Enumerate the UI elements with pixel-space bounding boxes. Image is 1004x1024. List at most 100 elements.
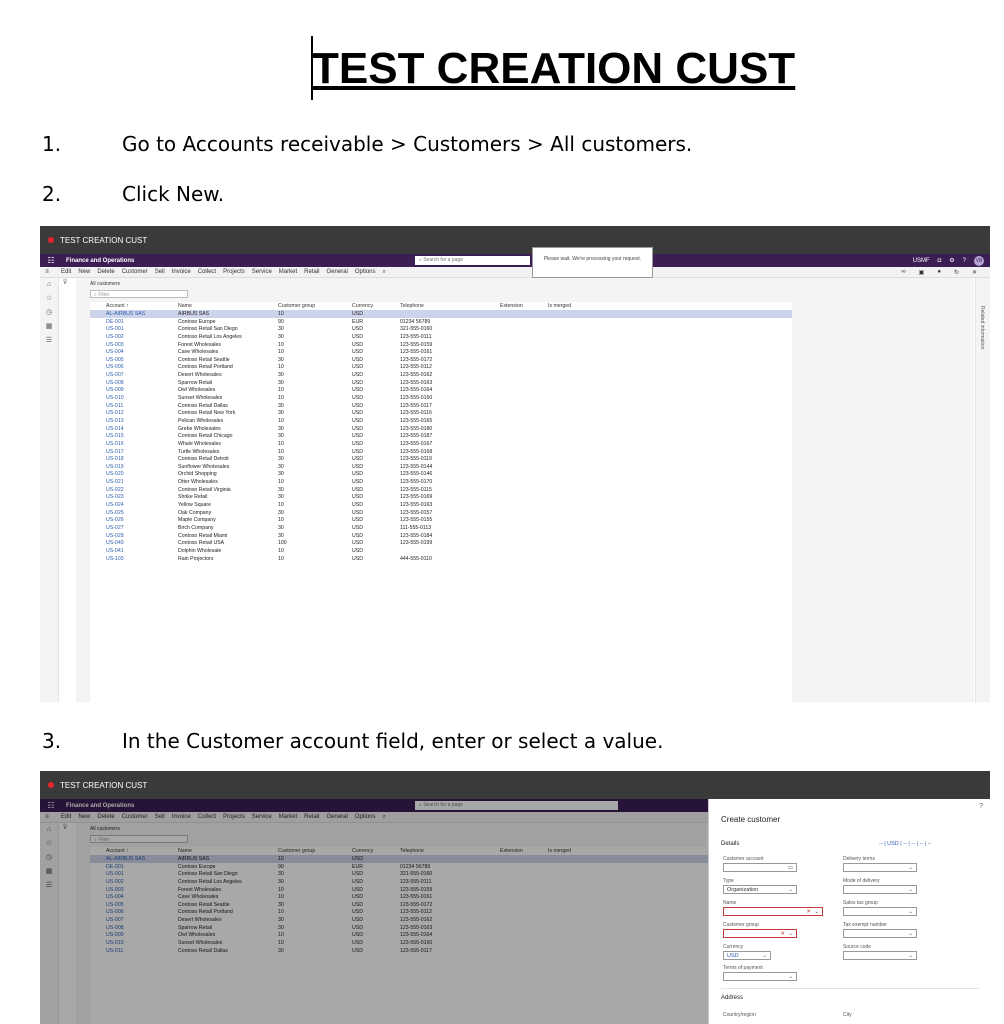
account-link[interactable]: US-026 bbox=[106, 517, 124, 523]
table-row[interactable]: US-015 Contoso Retail Chicago 30 USD 123-555… bbox=[90, 432, 792, 440]
help-icon[interactable]: ? bbox=[979, 803, 983, 810]
account-link[interactable]: US-027 bbox=[106, 525, 124, 531]
workspaces-icon[interactable]: ▦ bbox=[40, 320, 58, 334]
filter-pane-icon[interactable]: ⊽ bbox=[58, 278, 72, 286]
chevron-down-icon[interactable]: ⌄ bbox=[908, 908, 913, 916]
tab-customer[interactable]: Customer bbox=[122, 269, 148, 275]
type-select[interactable]: Organization ⌄ bbox=[723, 885, 797, 894]
account-link[interactable]: US-008 bbox=[106, 380, 124, 386]
action-search-icon[interactable]: ⌕ bbox=[383, 269, 386, 276]
customer-group-field[interactable]: ✕ ⌄ bbox=[723, 929, 797, 938]
hamburger-icon[interactable]: ≡ bbox=[40, 269, 54, 275]
app-launcher-icon[interactable]: ☷ bbox=[40, 256, 62, 265]
account-link[interactable]: US-003 bbox=[106, 342, 124, 348]
table-row[interactable]: US-010 Sunset Wholesales 10 USD 123-555-0160 bbox=[90, 394, 792, 402]
account-link[interactable]: US-017 bbox=[106, 449, 124, 455]
delivery-terms-field[interactable]: ⌄ bbox=[843, 863, 917, 872]
terms-of-payment-field[interactable]: ⌄ bbox=[723, 972, 797, 981]
sales-tax-group-field[interactable]: ⌄ bbox=[843, 907, 917, 916]
account-link[interactable]: US-006 bbox=[106, 364, 124, 370]
tab-service[interactable]: Service bbox=[252, 269, 272, 275]
account-link[interactable]: US-041 bbox=[106, 548, 124, 554]
table-row[interactable]: US-028 Contoso Retail Miami 30 USD 123-555-0… bbox=[90, 532, 792, 540]
lookup-icon[interactable]: ▭ bbox=[788, 864, 793, 872]
table-row[interactable]: US-023 Shrike Retail 30 USD 123-555-0169 bbox=[90, 493, 792, 501]
table-row[interactable]: US-009 Owl Wholesales 10 USD 123-555-0164 bbox=[90, 386, 792, 394]
chevron-down-icon[interactable]: ⌄ bbox=[908, 952, 913, 960]
refresh-icon[interactable]: ↻ bbox=[954, 269, 959, 276]
table-row[interactable]: US-022 Contoso Retail Virginia 30 USD 123-55… bbox=[90, 486, 792, 494]
table-row[interactable]: US-004 Cave Wholesales 10 USD 123-555-0161 bbox=[90, 348, 792, 356]
account-link[interactable]: US-019 bbox=[106, 464, 124, 470]
chevron-down-icon[interactable]: ⌄ bbox=[788, 930, 793, 938]
help-icon[interactable]: ? bbox=[963, 258, 966, 264]
tax-exempt-number-field[interactable]: ⌄ bbox=[843, 929, 917, 938]
currency-select[interactable]: USD ⌄ bbox=[723, 951, 771, 960]
table-row[interactable]: US-002 Contoso Retail Los Angeles 30 USD 123… bbox=[90, 333, 792, 341]
account-link[interactable]: US-001 bbox=[106, 326, 124, 332]
account-link[interactable]: US-023 bbox=[106, 494, 124, 500]
account-link[interactable]: US-010 bbox=[106, 395, 124, 401]
customer-account-field[interactable]: ▭ bbox=[723, 863, 797, 872]
account-link[interactable]: US-013 bbox=[106, 418, 124, 424]
column-header[interactable]: Extension bbox=[500, 303, 523, 309]
table-row[interactable]: US-008 Sparrow Retail 30 USD 123-555-0163 bbox=[90, 379, 792, 387]
chevron-down-icon[interactable]: ⌄ bbox=[788, 886, 793, 894]
account-link[interactable]: US-005 bbox=[106, 357, 124, 363]
tab-general[interactable]: General bbox=[326, 269, 347, 275]
account-link[interactable]: US-022 bbox=[106, 487, 124, 493]
avatar[interactable]: VB bbox=[974, 255, 984, 266]
column-header[interactable]: Is merged bbox=[548, 303, 571, 309]
source-code-field[interactable]: ⌄ bbox=[843, 951, 917, 960]
mode-of-delivery-field[interactable]: ⌄ bbox=[843, 885, 917, 894]
account-link[interactable]: US-007 bbox=[106, 372, 124, 378]
table-row[interactable]: US-027 Birch Company 30 USD 111-555-0113 bbox=[90, 524, 792, 532]
chevron-down-icon[interactable]: ⌄ bbox=[908, 930, 913, 938]
filter-input[interactable]: ⌕ Filter bbox=[90, 290, 188, 298]
table-row[interactable]: US-021 Otter Wholesales 10 USD 123-555-0170 bbox=[90, 478, 792, 486]
table-row[interactable]: US-013 Pelican Wholesales 10 USD 123-555-016… bbox=[90, 417, 792, 425]
details-section-label[interactable]: Details bbox=[721, 841, 739, 847]
tab-retail[interactable]: Retail bbox=[304, 269, 319, 275]
attach-icon[interactable]: ● bbox=[937, 269, 941, 276]
office-icon[interactable]: ▣ bbox=[919, 269, 925, 276]
account-link[interactable]: AL-AIRBUS SAS bbox=[106, 311, 145, 317]
tab-projects[interactable]: Projects bbox=[223, 269, 245, 275]
recent-icon[interactable]: ◷ bbox=[40, 306, 58, 320]
account-link[interactable]: US-015 bbox=[106, 433, 124, 439]
action-delete[interactable]: Delete bbox=[97, 269, 114, 275]
column-header[interactable]: Currency bbox=[352, 303, 373, 309]
modules-icon[interactable]: ☰ bbox=[40, 334, 58, 348]
table-row[interactable]: US-011 Contoso Retail Dallas 30 USD 123-555-… bbox=[90, 402, 792, 410]
gear-icon[interactable]: ⚙ bbox=[949, 257, 954, 264]
account-link[interactable]: US-012 bbox=[106, 410, 124, 416]
close-icon[interactable]: ✕ bbox=[972, 269, 977, 276]
tab-market[interactable]: Market bbox=[279, 269, 297, 275]
chevron-down-icon[interactable]: ⌄ bbox=[788, 973, 793, 981]
account-link[interactable]: US-040 bbox=[106, 540, 124, 546]
table-row[interactable]: US-103 Rain Projectors 10 USD 444-555-0110 bbox=[90, 555, 792, 563]
table-row[interactable]: US-020 Orchid Shopping 30 USD 123-555-0146 bbox=[90, 470, 792, 478]
account-link[interactable]: US-014 bbox=[106, 426, 124, 432]
chevron-down-icon[interactable]: ⌄ bbox=[908, 886, 913, 894]
address-section-label[interactable]: Address bbox=[721, 995, 743, 1001]
action-new[interactable]: New bbox=[78, 269, 90, 275]
table-row[interactable]: US-012 Contoso Retail New York 30 USD 123-55… bbox=[90, 409, 792, 417]
column-header[interactable]: Name bbox=[178, 303, 192, 309]
table-row[interactable]: DE-001 Contoso Europe 90 EUR 01234 56789 bbox=[90, 318, 792, 326]
bell-icon[interactable]: ◘ bbox=[938, 258, 942, 264]
account-link[interactable]: US-028 bbox=[106, 533, 124, 539]
account-link[interactable]: US-020 bbox=[106, 471, 124, 477]
link-icon[interactable]: ∞ bbox=[901, 269, 905, 276]
table-row[interactable]: US-016 Whale Wholesales 10 USD 123-555-0167 bbox=[90, 440, 792, 448]
table-row[interactable]: US-014 Grebe Wholesales 30 USD 123-555-0180 bbox=[90, 425, 792, 433]
account-link[interactable]: US-021 bbox=[106, 479, 124, 485]
tab-options[interactable]: Options bbox=[355, 269, 376, 275]
column-header[interactable]: Customer group bbox=[278, 303, 315, 309]
table-row[interactable]: US-005 Contoso Retail Seattle 30 USD 123-555… bbox=[90, 356, 792, 364]
search-input[interactable]: ⌕ Search for a page bbox=[415, 256, 530, 265]
account-link[interactable]: US-009 bbox=[106, 387, 124, 393]
account-link[interactable]: US-016 bbox=[106, 441, 124, 447]
account-link[interactable]: US-103 bbox=[106, 556, 124, 562]
account-link[interactable]: US-004 bbox=[106, 349, 124, 355]
